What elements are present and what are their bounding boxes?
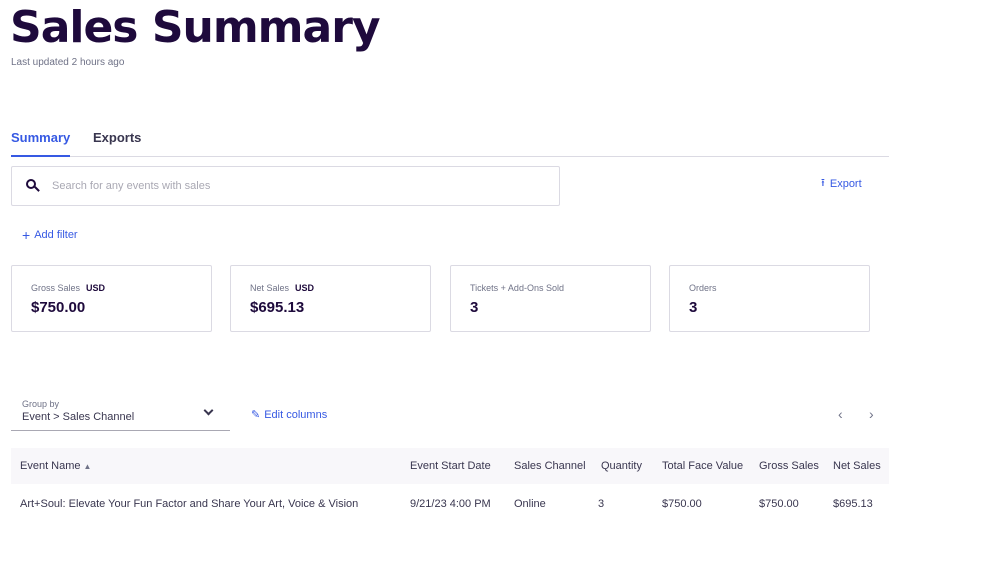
cell-total-face-value: $750.00 [662, 498, 702, 510]
add-filter-label: Add filter [34, 229, 78, 241]
tickets-sold-card: Tickets + Add-Ons Sold 3 [450, 265, 651, 332]
add-filter-button[interactable]: + Add filter [22, 226, 78, 243]
card-label: Tickets + Add-Ons Sold [470, 283, 564, 293]
table-row[interactable]: Art+Soul: Elevate Your Fun Factor and Sh… [11, 484, 889, 524]
tab-exports[interactable]: Exports [93, 130, 141, 145]
card-label: Gross Sales USD [31, 283, 106, 293]
column-header-net-sales[interactable]: Net Sales [833, 460, 881, 472]
chevron-left-icon[interactable]: ‹ [838, 406, 843, 422]
cell-start-date: 9/21/23 4:00 PM [410, 498, 491, 510]
gross-sales-card: Gross Sales USD $750.00 [11, 265, 212, 332]
chevron-right-icon[interactable]: › [869, 406, 874, 422]
search-box[interactable] [11, 166, 560, 206]
cell-net-sales: $695.13 [833, 498, 873, 510]
group-by-value: Event > Sales Channel [22, 411, 135, 423]
card-value: 3 [470, 299, 479, 316]
card-value: 3 [689, 299, 698, 316]
card-label: Orders [689, 283, 717, 293]
cell-event-name[interactable]: Art+Soul: Elevate Your Fun Factor and Sh… [20, 498, 358, 510]
page-title: Sales Summary [10, 2, 381, 53]
upload-icon: ⭱ [821, 177, 825, 189]
currency-label: USD [295, 283, 315, 293]
column-header-sales-channel[interactable]: Sales Channel [514, 460, 586, 472]
group-by-select[interactable]: Group by Event > Sales Channel [11, 393, 230, 431]
tab-summary[interactable]: Summary [11, 130, 71, 157]
edit-columns-button[interactable]: ✎ Edit columns [251, 408, 328, 422]
orders-card: Orders 3 [669, 265, 870, 332]
column-header-gross-sales[interactable]: Gross Sales [759, 460, 819, 472]
card-label: Net Sales USD [250, 283, 315, 293]
table-header: Event Name ▲ Event Start Date Sales Chann… [11, 448, 889, 484]
cell-sales-channel: Online [514, 498, 546, 510]
card-value: $695.13 [250, 299, 305, 316]
plus-icon: + [22, 226, 31, 243]
column-header-event-name[interactable]: Event Name ▲ [20, 460, 91, 472]
cell-quantity: 3 [598, 498, 605, 510]
group-by-label: Group by [22, 399, 60, 409]
column-header-start-date[interactable]: Event Start Date [410, 460, 491, 472]
cell-gross-sales: $750.00 [759, 498, 799, 510]
export-label: Export [829, 177, 862, 190]
tab-bar: Summary Exports [11, 130, 889, 157]
sort-up-icon: ▲ [83, 462, 92, 471]
search-input[interactable] [52, 180, 532, 192]
net-sales-card: Net Sales USD $695.13 [230, 265, 431, 332]
column-header-total-face-value[interactable]: Total Face Value [662, 460, 743, 472]
card-value: $750.00 [31, 299, 86, 316]
pencil-icon: ✎ [251, 409, 261, 421]
search-icon [26, 179, 40, 193]
last-updated-text: Last updated 2 hours ago [11, 57, 125, 68]
edit-columns-label: Edit columns [264, 408, 328, 421]
chevron-down-icon [203, 405, 214, 416]
export-button[interactable]: ⭱ Export [821, 174, 862, 193]
currency-label: USD [86, 283, 106, 293]
column-header-quantity[interactable]: Quantity [601, 460, 642, 472]
